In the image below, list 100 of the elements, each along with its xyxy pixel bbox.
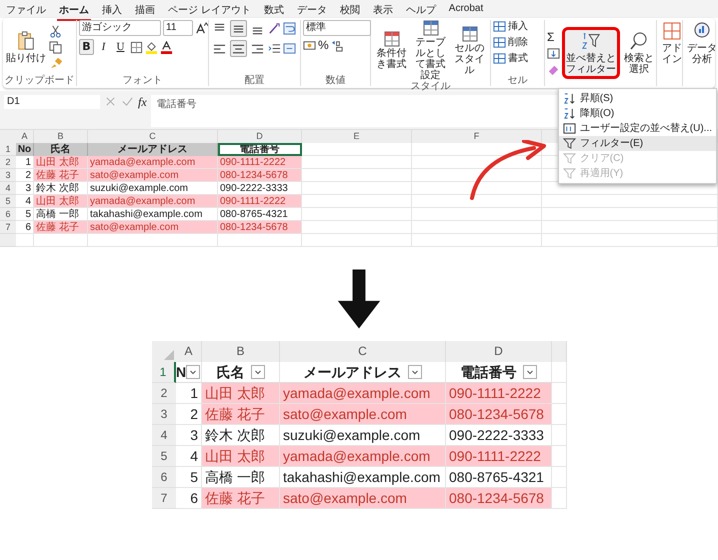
number-format-dropdown[interactable]: 標準 [303, 20, 371, 36]
borders-icon[interactable] [130, 40, 143, 54]
row-header[interactable]: 4 [152, 425, 176, 446]
row-header[interactable]: 7 [0, 221, 16, 234]
check-icon[interactable] [121, 95, 134, 108]
ribbon-tab[interactable]: 表示 [370, 2, 395, 21]
column-header[interactable]: B [202, 341, 280, 362]
column-header[interactable]: C [88, 130, 218, 143]
menu-item[interactable]: 降順(O) [558, 106, 716, 121]
empty-cell [552, 467, 567, 488]
style-button[interactable]: セルのスタイル [451, 26, 488, 76]
ribbon-tab[interactable]: 描画 [133, 2, 157, 21]
table-cell: 5 [16, 208, 34, 221]
data-analysis-button[interactable]: データ分析 [685, 20, 718, 66]
currency-icon[interactable] [303, 39, 316, 52]
align-icon[interactable] [230, 20, 247, 37]
ribbon-tab[interactable]: データ [294, 2, 329, 21]
table-cell: sato@example.com [88, 169, 218, 182]
row-header[interactable]: 3 [0, 169, 16, 182]
percent-button[interactable]: % [318, 39, 329, 52]
find-select-button[interactable]: 検索と選択 [622, 30, 656, 76]
table-cell: 山田 太郎 [202, 383, 280, 404]
format-button[interactable]: U [113, 39, 128, 55]
text-orientation-icon[interactable] [268, 22, 281, 35]
column-header[interactable]: B [34, 130, 88, 143]
scissors-icon[interactable] [49, 25, 62, 38]
row-header[interactable]: 5 [0, 195, 16, 208]
cells-button[interactable]: 挿入 [493, 20, 528, 33]
cells-button[interactable]: 書式 [493, 52, 528, 65]
style-button[interactable]: テーブルとして書式設定 [412, 20, 449, 81]
column-header[interactable]: D [218, 130, 302, 143]
row-header[interactable]: 2 [0, 156, 16, 169]
filter-dropdown-button[interactable] [250, 365, 264, 379]
table-cell: 佐藤 花子 [202, 488, 280, 509]
table-cell: 佐藤 花子 [202, 404, 280, 425]
font-color-icon[interactable] [160, 40, 173, 54]
indent-icon[interactable] [268, 42, 281, 55]
custom-sort-icon [562, 122, 576, 135]
copy-icon[interactable] [49, 41, 62, 54]
ribbon-tab[interactable]: 挿入 [100, 2, 124, 21]
table-cell: 090-1111-2222 [446, 446, 552, 467]
row-header[interactable]: 7 [152, 488, 176, 509]
header-cell-text: 電話番号 [460, 362, 516, 382]
font-name-dropdown[interactable]: 游ゴシック [79, 20, 161, 36]
table-cell: yamada@example.com [88, 195, 218, 208]
table-cell: 山田 太郎 [202, 446, 280, 467]
insert-function-button[interactable]: fx [138, 95, 147, 109]
grow-font-icon[interactable] [195, 22, 208, 34]
cells-icon [493, 36, 506, 49]
row-header[interactable]: 2 [152, 383, 176, 404]
row-header[interactable]: 5 [152, 446, 176, 467]
row-header[interactable]: 1 [0, 143, 16, 156]
ribbon-tab[interactable]: 数式 [262, 2, 286, 21]
format-button[interactable]: I [96, 39, 111, 55]
addins-button[interactable]: アドイン [659, 20, 685, 66]
grid-icon [662, 21, 682, 41]
table-style-icon [384, 31, 400, 47]
header-cell: メールアドレス [88, 143, 218, 156]
ribbon-tab[interactable]: ファイル [4, 2, 48, 21]
group-label: クリップボード [4, 75, 74, 86]
table-cell: 5 [176, 467, 202, 488]
row-header[interactable]: 6 [152, 467, 176, 488]
wrap-text-icon[interactable] [283, 22, 296, 35]
paste-button[interactable]: 貼り付け [5, 30, 47, 65]
column-header[interactable]: D [446, 341, 552, 362]
column-header[interactable]: A [16, 130, 34, 143]
merge-cells-icon[interactable] [283, 42, 296, 55]
style-button[interactable]: 条件付き書式 [373, 31, 410, 70]
row-header[interactable]: 6 [0, 208, 16, 221]
table-cell: sato@example.com [88, 221, 218, 234]
ribbon-tab[interactable]: ヘルプ [404, 2, 438, 21]
name-box[interactable]: D1 [4, 95, 100, 109]
align-icon[interactable] [230, 40, 247, 57]
filter-dropdown-button[interactable] [522, 365, 536, 379]
filter-icon [562, 152, 576, 165]
row-header[interactable]: 3 [152, 404, 176, 425]
header-cell-text: N [176, 362, 186, 382]
decimal-icon[interactable] [330, 39, 344, 52]
sort-filter-button[interactable]: 並べ替えとフィルター [562, 27, 620, 79]
ribbon-tab[interactable]: 校閲 [338, 2, 362, 21]
ribbon-tab[interactable]: Acrobat [446, 2, 486, 18]
fill-color-icon[interactable] [145, 40, 158, 54]
table-cell: yamada@example.com [280, 446, 446, 467]
row-header[interactable]: 4 [0, 182, 16, 195]
fill-down-icon[interactable] [547, 46, 560, 60]
filter-dropdown-button[interactable] [186, 365, 200, 379]
autosum-button[interactable]: Σ [547, 30, 560, 44]
filter-dropdown-button[interactable] [408, 365, 422, 379]
column-header[interactable]: E [302, 130, 412, 143]
column-header[interactable]: C [280, 341, 446, 362]
cells-button[interactable]: 削除 [493, 36, 528, 49]
format-button[interactable]: B [79, 39, 94, 55]
ribbon-tab[interactable]: ページ レイアウト [166, 2, 253, 21]
triangle-icon [164, 350, 174, 360]
menu-item[interactable]: フィルター(E) [558, 136, 716, 151]
column-header[interactable]: A [176, 341, 202, 362]
column-header[interactable]: F [412, 130, 542, 143]
row-header[interactable]: 1 [152, 362, 176, 383]
font-size-dropdown[interactable]: 11 [163, 20, 193, 36]
table-cell: 080-1234-5678 [218, 221, 302, 234]
